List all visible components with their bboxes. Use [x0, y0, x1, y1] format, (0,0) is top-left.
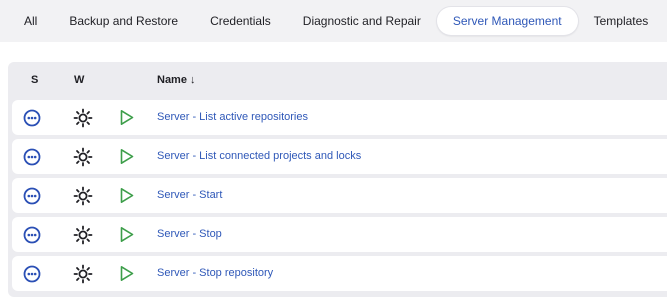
tab-diagnostic-and-repair[interactable]: Diagnostic and Repair — [287, 7, 437, 35]
table-row: Server - Stop — [12, 217, 667, 252]
table-row: Server - Stop repository — [12, 256, 667, 291]
header-name-sort[interactable]: Name ↓ — [157, 74, 196, 86]
jobs-table: S W Name ↓ Server - List active reposito… — [8, 62, 667, 297]
status-not-built-icon[interactable] — [23, 187, 41, 205]
status-not-built-icon[interactable] — [23, 109, 41, 127]
job-name-link[interactable]: Server - List connected projects and loc… — [157, 150, 361, 162]
weather-sunny-icon — [73, 186, 93, 206]
job-name-link[interactable]: Server - Stop repository — [157, 267, 273, 279]
play-icon[interactable] — [119, 226, 135, 243]
play-icon[interactable] — [119, 148, 135, 165]
play-icon[interactable] — [119, 265, 135, 282]
tab-server-management[interactable]: Server Management — [436, 7, 578, 35]
job-name-link[interactable]: Server - Stop — [157, 228, 222, 240]
play-icon[interactable] — [119, 187, 135, 204]
table-row: Server - Start — [12, 178, 667, 213]
weather-sunny-icon — [73, 225, 93, 245]
play-icon[interactable] — [119, 109, 135, 126]
table-header: S W Name ↓ — [8, 62, 667, 100]
weather-sunny-icon — [73, 108, 93, 128]
tab-credentials[interactable]: Credentials — [194, 7, 287, 35]
weather-sunny-icon — [73, 147, 93, 167]
weather-sunny-icon — [73, 264, 93, 284]
header-status[interactable]: S — [31, 74, 38, 86]
table-body: Server - List active repositories Server… — [12, 100, 667, 295]
tab-templates[interactable]: Templates — [578, 7, 665, 35]
job-name-link[interactable]: Server - Start — [157, 189, 222, 201]
status-not-built-icon[interactable] — [23, 148, 41, 166]
table-row: Server - List connected projects and loc… — [12, 139, 667, 174]
status-not-built-icon[interactable] — [23, 226, 41, 244]
table-row: Server - List active repositories — [12, 100, 667, 135]
view-tabs: All Backup and Restore Credentials Diagn… — [8, 6, 667, 36]
header-weather[interactable]: W — [74, 74, 84, 86]
job-name-link[interactable]: Server - List active repositories — [157, 111, 308, 123]
tab-all[interactable]: All — [8, 7, 53, 35]
tab-backup-and-restore[interactable]: Backup and Restore — [53, 7, 194, 35]
status-not-built-icon[interactable] — [23, 265, 41, 283]
